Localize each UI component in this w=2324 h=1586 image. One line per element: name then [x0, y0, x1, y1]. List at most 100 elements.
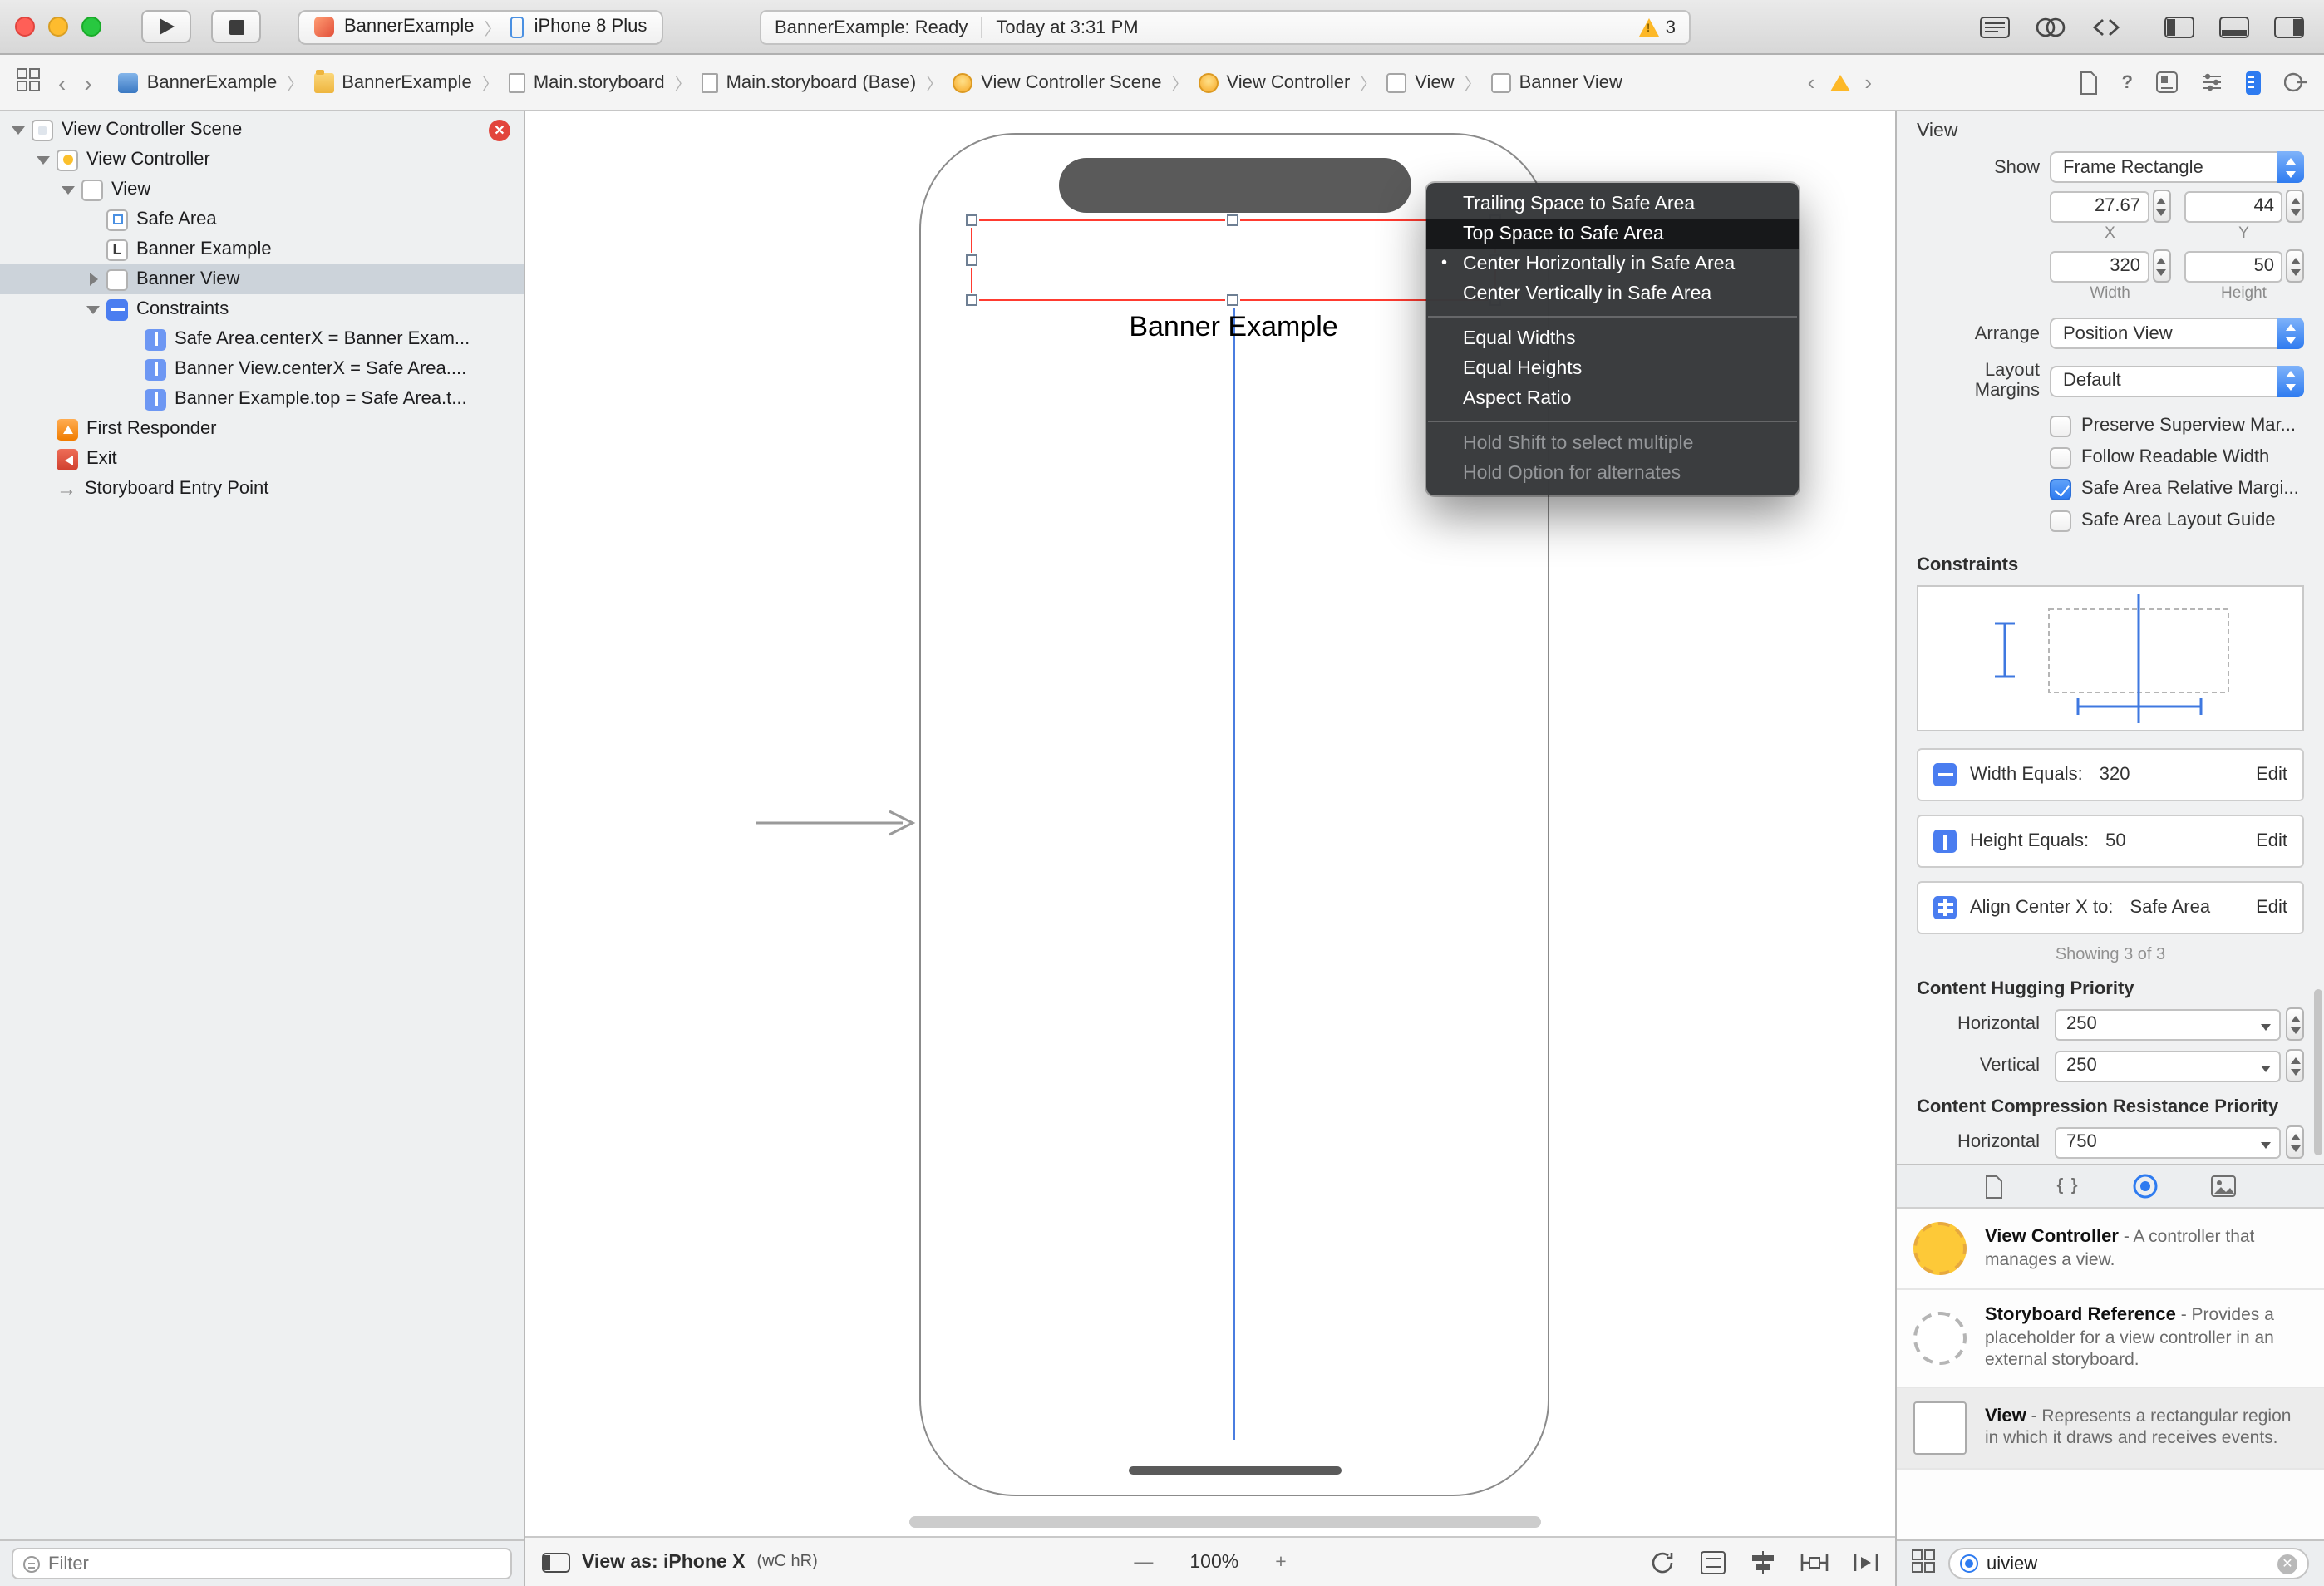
x-field[interactable]: 27.67	[2050, 190, 2149, 222]
hugging-horizontal-field[interactable]: 250	[2055, 1008, 2281, 1040]
issue-warning-icon[interactable]	[1829, 74, 1850, 91]
breadcrumb-item-banner-view[interactable]: Banner View	[1490, 72, 1622, 92]
compression-horizontal-field[interactable]: 750	[2055, 1126, 2281, 1158]
horizontal-scrollbar[interactable]	[909, 1516, 1541, 1528]
view-as-button[interactable]: View as: iPhone X (wC hR)	[542, 1552, 818, 1572]
y-field[interactable]: 44	[2184, 190, 2282, 222]
resize-handle[interactable]	[966, 294, 977, 306]
resize-handle[interactable]	[966, 214, 977, 226]
banner-view[interactable]	[966, 214, 1501, 306]
edit-button[interactable]: Edit	[2256, 898, 2287, 918]
stop-button[interactable]	[211, 10, 261, 43]
canvas-area[interactable]: Banner Example Trailing Space to Safe Ar…	[525, 111, 1895, 1536]
file-template-library-tab[interactable]	[1985, 1175, 2003, 1198]
code-snippet-library-tab[interactable]: { }	[2056, 1177, 2079, 1195]
library-item-storyboard-reference[interactable]: Storyboard Reference - Provides a placeh…	[1897, 1290, 2324, 1388]
related-items-button[interactable]	[17, 68, 40, 96]
inspector-toggle-button[interactable]	[2274, 16, 2304, 37]
zoom-out-button[interactable]: —	[1134, 1552, 1153, 1572]
menu-item-trailing-space[interactable]: Trailing Space to Safe Area	[1426, 190, 1799, 219]
resize-handle[interactable]	[966, 254, 977, 265]
follow-readable-width-checkbox[interactable]	[2050, 446, 2071, 468]
menu-item-top-space[interactable]: Top Space to Safe Area	[1426, 219, 1799, 249]
safe-area-relative-checkbox[interactable]	[2050, 478, 2071, 500]
outline-row-view[interactable]: View	[0, 175, 524, 204]
menu-item-equal-heights[interactable]: Equal Heights	[1426, 354, 1799, 384]
clear-search-icon[interactable]: ✕	[2277, 1554, 2297, 1574]
assistant-editor-button[interactable]	[2035, 16, 2066, 37]
issues-indicator[interactable]: ! 3	[1638, 17, 1676, 37]
breadcrumb-item-view[interactable]: View	[1386, 72, 1455, 92]
size-inspector-tab[interactable]	[2246, 71, 2261, 94]
preserve-superview-checkbox[interactable]	[2050, 415, 2071, 436]
height-field[interactable]: 50	[2184, 250, 2282, 282]
standard-editor-button[interactable]	[1980, 16, 2010, 37]
y-stepper[interactable]	[2286, 190, 2304, 223]
library-search-field[interactable]: ✕	[1948, 1548, 2309, 1579]
menu-item-center-horizontally[interactable]: Center Horizontally in Safe Area	[1426, 249, 1799, 279]
align-button[interactable]	[1750, 1550, 1775, 1574]
embed-in-stack-button[interactable]	[1701, 1550, 1726, 1574]
forward-button[interactable]: ›	[84, 71, 91, 94]
height-stepper[interactable]	[2286, 249, 2304, 283]
library-search-input[interactable]	[1987, 1554, 2269, 1574]
breadcrumb-item-project[interactable]: BannerExample	[118, 72, 277, 92]
hugging-vertical-field[interactable]: 250	[2055, 1050, 2281, 1081]
quick-help-tab[interactable]: ?	[2122, 72, 2133, 92]
library-item-view[interactable]: View - Represents a rectangular region i…	[1897, 1387, 2324, 1470]
breadcrumb-item-view-controller[interactable]: View Controller	[1198, 72, 1350, 92]
menu-item-equal-widths[interactable]: Equal Widths	[1426, 324, 1799, 354]
next-issue-button[interactable]: ›	[1864, 71, 1872, 93]
breadcrumb-item-storyboard[interactable]: Main.storyboard	[508, 72, 665, 92]
disclosure-triangle[interactable]	[35, 155, 52, 164]
connections-inspector-tab[interactable]	[2284, 71, 2307, 93]
debug-area-toggle-button[interactable]	[2219, 16, 2249, 37]
identity-inspector-tab[interactable]	[2156, 71, 2178, 93]
arrange-popup[interactable]: Position View	[2050, 318, 2304, 349]
version-editor-button[interactable]	[2091, 16, 2121, 37]
library-item-view-controller[interactable]: View Controller - A controller that mana…	[1897, 1209, 2324, 1290]
constraint-card-width[interactable]: Width Equals: 320 Edit	[1917, 748, 2304, 801]
edit-button[interactable]: Edit	[2256, 831, 2287, 851]
outline-row-exit[interactable]: Exit	[0, 444, 524, 474]
disclosure-triangle[interactable]	[60, 185, 76, 194]
zoom-in-button[interactable]: +	[1275, 1552, 1286, 1572]
outline-row-view-controller[interactable]: View Controller	[0, 145, 524, 175]
back-button[interactable]: ‹	[58, 71, 66, 94]
storyboard-entry-point-arrow[interactable]	[756, 808, 923, 846]
width-field[interactable]: 320	[2050, 250, 2149, 282]
show-popup[interactable]: Frame Rectangle	[2050, 151, 2304, 183]
outline-row-constraint-3[interactable]: Banner Example.top = Safe Area.t...	[0, 384, 524, 414]
edit-button[interactable]: Edit	[2256, 765, 2287, 785]
library-grid-view-button[interactable]	[1912, 1549, 1935, 1578]
close-button[interactable]	[15, 17, 35, 37]
layout-margins-popup[interactable]: Default	[2050, 365, 2304, 396]
minimize-button[interactable]	[48, 17, 68, 37]
disclosure-triangle[interactable]	[10, 126, 27, 134]
outline-filter-field[interactable]	[12, 1548, 512, 1579]
update-frames-button[interactable]	[1651, 1550, 1676, 1574]
outline-filter-input[interactable]	[48, 1554, 500, 1574]
inspector-scrollbar[interactable]	[2314, 989, 2322, 1155]
previous-issue-button[interactable]: ‹	[1808, 71, 1815, 93]
constraint-card-align-center-x[interactable]: Align Center X to: Safe Area Edit	[1917, 881, 2304, 934]
outline-row-banner-view[interactable]: Banner View	[0, 264, 524, 294]
add-constraints-button[interactable]	[1800, 1550, 1829, 1574]
outline-row-first-responder[interactable]: First Responder	[0, 414, 524, 444]
outline-row-safe-area[interactable]: Safe Area	[0, 204, 524, 234]
resolve-auto-layout-button[interactable]	[1854, 1550, 1878, 1574]
outline-row-constraint-1[interactable]: Safe Area.centerX = Banner Exam...	[0, 324, 524, 354]
scheme-selector[interactable]: BannerExample 〉 iPhone 8 Plus	[298, 9, 664, 44]
object-library-tab[interactable]	[2133, 1174, 2158, 1199]
resize-handle[interactable]	[1227, 294, 1238, 306]
menu-item-aspect-ratio[interactable]: Aspect Ratio	[1426, 384, 1799, 414]
outline-row-view-controller-scene[interactable]: View Controller Scene ✕	[0, 115, 524, 145]
outline-row-constraints[interactable]: Constraints	[0, 294, 524, 324]
banner-example-label[interactable]: Banner Example	[971, 311, 1496, 344]
attributes-inspector-tab[interactable]	[2201, 71, 2223, 93]
run-button[interactable]	[141, 10, 191, 43]
compression-horizontal-stepper[interactable]	[2286, 1125, 2304, 1159]
breadcrumb-item-group[interactable]: BannerExample	[313, 69, 472, 92]
breadcrumb-item-scene[interactable]: View Controller Scene	[953, 72, 1162, 92]
breadcrumb-item-storyboard-base[interactable]: Main.storyboard (Base)	[701, 72, 916, 92]
